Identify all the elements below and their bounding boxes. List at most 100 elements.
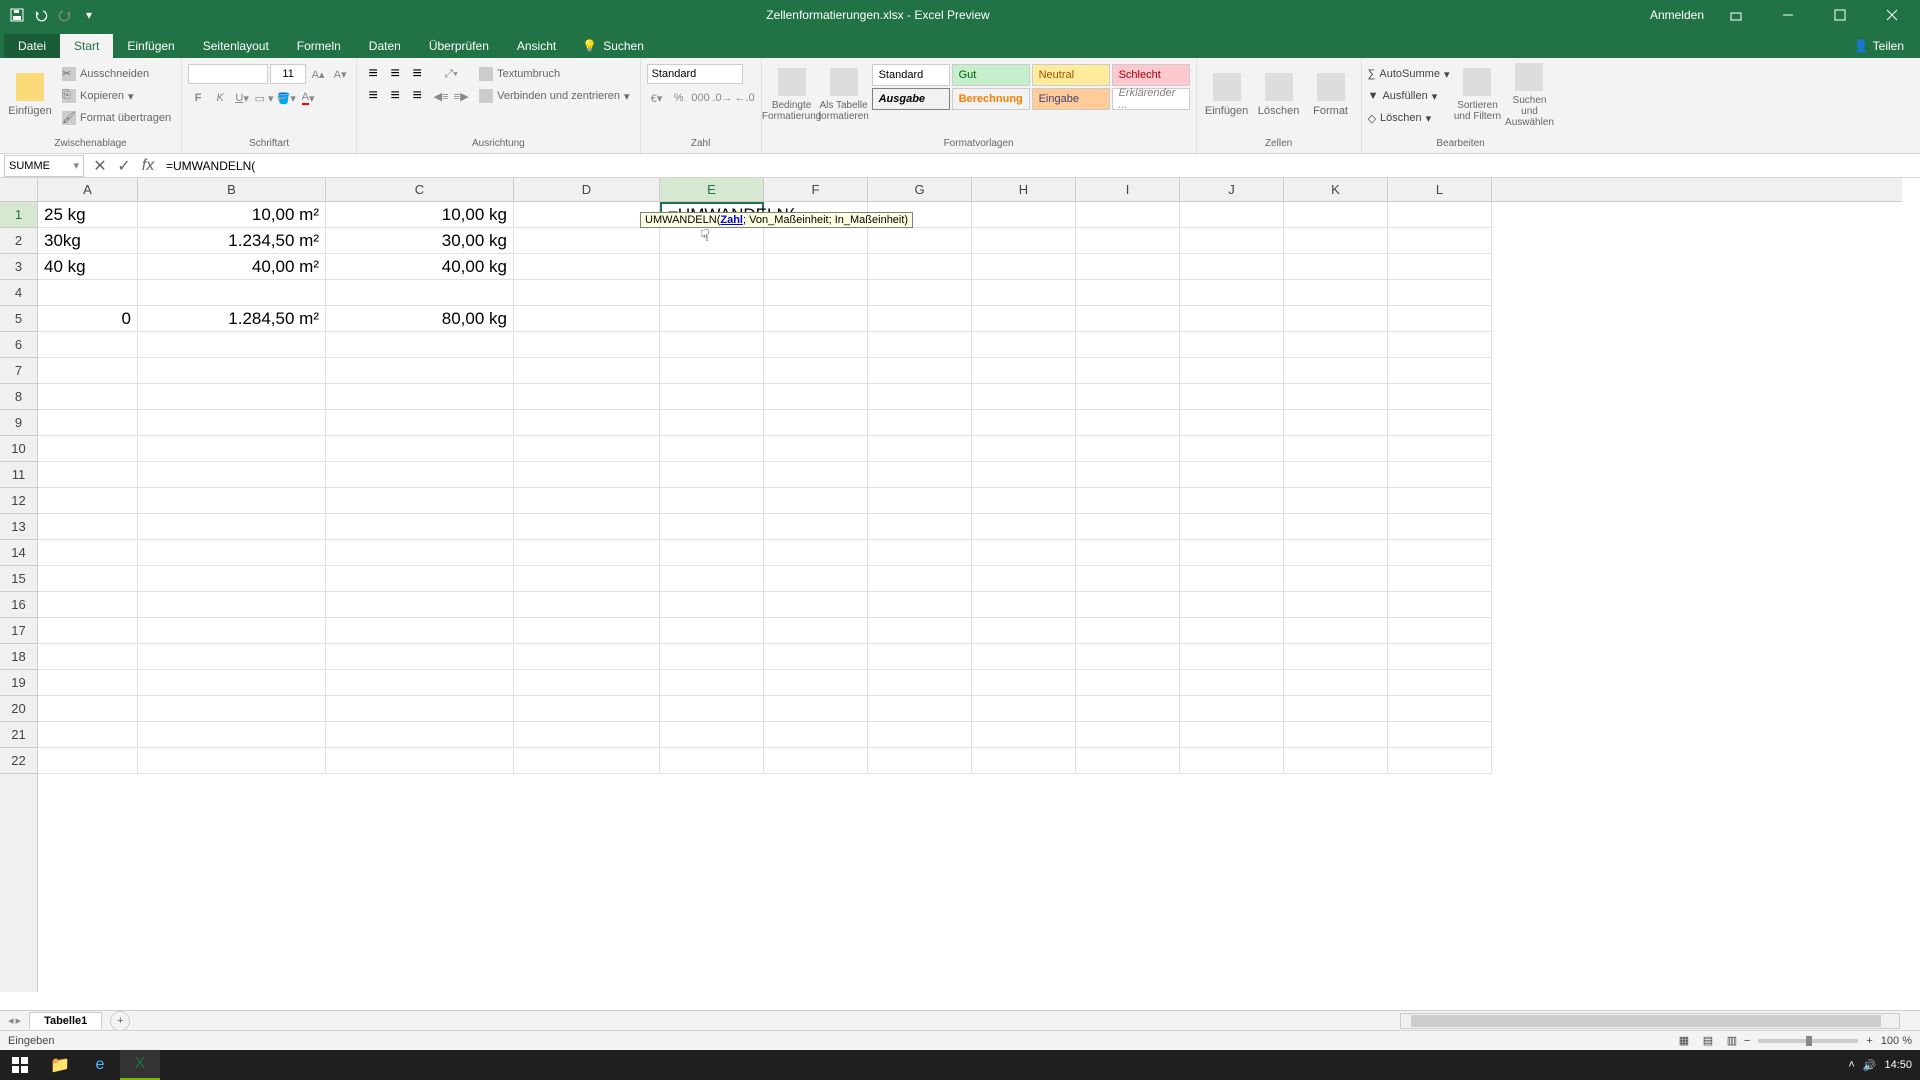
cell-B19[interactable]	[138, 670, 326, 696]
font-size-input[interactable]	[270, 64, 306, 84]
cell-G6[interactable]	[868, 332, 972, 358]
undo-icon[interactable]	[32, 6, 50, 24]
cell-J20[interactable]	[1180, 696, 1284, 722]
cell-C10[interactable]	[326, 436, 514, 462]
thousands-icon[interactable]: 000	[691, 88, 711, 108]
cell-K17[interactable]	[1284, 618, 1388, 644]
cell-I18[interactable]	[1076, 644, 1180, 670]
cell-L5[interactable]	[1388, 306, 1492, 332]
row-header-4[interactable]: 4	[0, 280, 37, 306]
cell-B18[interactable]	[138, 644, 326, 670]
zoom-in-icon[interactable]: +	[1866, 1035, 1872, 1047]
wrap-text-button[interactable]: Textumbruch	[475, 64, 633, 84]
cell-D7[interactable]	[514, 358, 660, 384]
function-tooltip[interactable]: UMWANDELN(Zahl; Von_Maßeinheit; In_Maßei…	[640, 212, 913, 228]
cut-button[interactable]: ✂Ausschneiden	[58, 64, 175, 84]
cell-A7[interactable]	[38, 358, 138, 384]
cell-C17[interactable]	[326, 618, 514, 644]
cell-K9[interactable]	[1284, 410, 1388, 436]
row-header-19[interactable]: 19	[0, 670, 37, 696]
cell-B17[interactable]	[138, 618, 326, 644]
increase-indent-icon[interactable]: ≡▶	[451, 86, 471, 106]
cell-I22[interactable]	[1076, 748, 1180, 774]
cell-J7[interactable]	[1180, 358, 1284, 384]
cell-H12[interactable]	[972, 488, 1076, 514]
cell-E20[interactable]	[660, 696, 764, 722]
tab-daten[interactable]: Daten	[355, 34, 415, 58]
share-button[interactable]: 👤Teilen	[1842, 34, 1916, 58]
cell-F3[interactable]	[764, 254, 868, 280]
cell-B7[interactable]	[138, 358, 326, 384]
cell-G7[interactable]	[868, 358, 972, 384]
percent-icon[interactable]: %	[669, 88, 689, 108]
increase-font-icon[interactable]: A▴	[308, 64, 328, 84]
cell-I17[interactable]	[1076, 618, 1180, 644]
cell-D2[interactable]	[514, 228, 660, 254]
cell-L15[interactable]	[1388, 566, 1492, 592]
cell-D5[interactable]	[514, 306, 660, 332]
cell-B10[interactable]	[138, 436, 326, 462]
clear-button[interactable]: ◇Löschen ▾	[1368, 108, 1450, 128]
cell-B12[interactable]	[138, 488, 326, 514]
cell-D19[interactable]	[514, 670, 660, 696]
cell-A16[interactable]	[38, 592, 138, 618]
cell-A1[interactable]: 25 kg	[38, 202, 138, 228]
cell-H1[interactable]	[972, 202, 1076, 228]
cell-C7[interactable]	[326, 358, 514, 384]
cell-F7[interactable]	[764, 358, 868, 384]
cell-B15[interactable]	[138, 566, 326, 592]
decrease-font-icon[interactable]: A▾	[330, 64, 350, 84]
cell-H18[interactable]	[972, 644, 1076, 670]
cell-H20[interactable]	[972, 696, 1076, 722]
cell-J3[interactable]	[1180, 254, 1284, 280]
cell-I6[interactable]	[1076, 332, 1180, 358]
cell-F15[interactable]	[764, 566, 868, 592]
cell-B1[interactable]: 10,00 m²	[138, 202, 326, 228]
cell-G13[interactable]	[868, 514, 972, 540]
cell-K14[interactable]	[1284, 540, 1388, 566]
cell-D17[interactable]	[514, 618, 660, 644]
cell-J5[interactable]	[1180, 306, 1284, 332]
align-top-icon[interactable]: ≡	[363, 64, 383, 84]
cell-H7[interactable]	[972, 358, 1076, 384]
style-standard[interactable]: Standard	[872, 64, 950, 86]
cell-A21[interactable]	[38, 722, 138, 748]
tab-uberprufen[interactable]: Überprüfen	[415, 34, 503, 58]
cell-I9[interactable]	[1076, 410, 1180, 436]
cell-J4[interactable]	[1180, 280, 1284, 306]
cell-B13[interactable]	[138, 514, 326, 540]
redo-icon[interactable]	[56, 6, 74, 24]
cell-I12[interactable]	[1076, 488, 1180, 514]
cell-L11[interactable]	[1388, 462, 1492, 488]
maximize-icon[interactable]	[1820, 0, 1860, 30]
cell-K2[interactable]	[1284, 228, 1388, 254]
col-header-L[interactable]: L	[1388, 178, 1492, 201]
cell-H14[interactable]	[972, 540, 1076, 566]
cell-B16[interactable]	[138, 592, 326, 618]
cell-C13[interactable]	[326, 514, 514, 540]
cell-H8[interactable]	[972, 384, 1076, 410]
underline-button[interactable]: U ▾	[232, 88, 252, 108]
cell-D12[interactable]	[514, 488, 660, 514]
cell-G8[interactable]	[868, 384, 972, 410]
cell-L22[interactable]	[1388, 748, 1492, 774]
row-header-7[interactable]: 7	[0, 358, 37, 384]
cell-C1[interactable]: 10,00 kg	[326, 202, 514, 228]
cell-E10[interactable]	[660, 436, 764, 462]
col-header-A[interactable]: A	[38, 178, 138, 201]
select-all-corner[interactable]	[0, 178, 38, 202]
cell-E13[interactable]	[660, 514, 764, 540]
ribbon-display-icon[interactable]	[1716, 0, 1756, 30]
font-color-button[interactable]: A▾	[298, 88, 318, 108]
col-header-I[interactable]: I	[1076, 178, 1180, 201]
cell-F21[interactable]	[764, 722, 868, 748]
cell-D4[interactable]	[514, 280, 660, 306]
cell-H21[interactable]	[972, 722, 1076, 748]
cell-H9[interactable]	[972, 410, 1076, 436]
col-header-J[interactable]: J	[1180, 178, 1284, 201]
align-center-icon[interactable]: ≡	[385, 86, 405, 106]
row-header-17[interactable]: 17	[0, 618, 37, 644]
cell-J14[interactable]	[1180, 540, 1284, 566]
decrease-decimal-icon[interactable]: ←.0	[735, 88, 755, 108]
cell-K18[interactable]	[1284, 644, 1388, 670]
